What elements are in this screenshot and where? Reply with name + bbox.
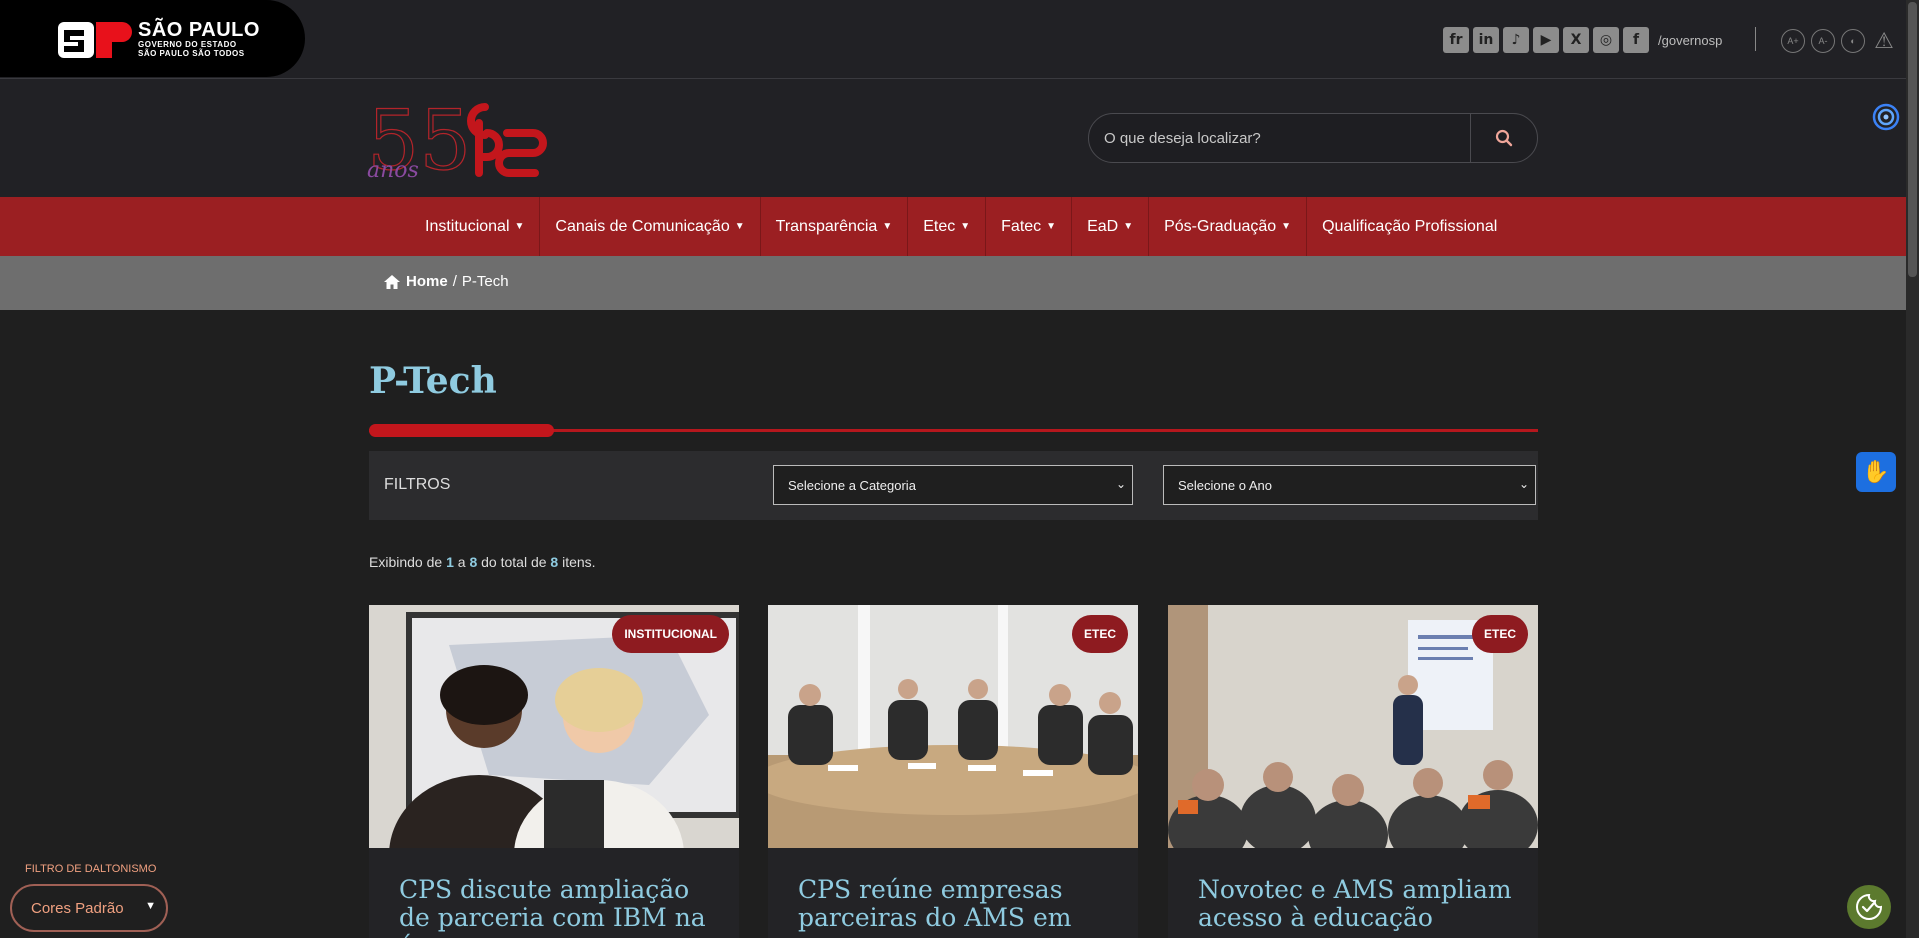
nav-label: Qualificação Profissional bbox=[1322, 217, 1498, 235]
sign-language-button[interactable]: ✋ bbox=[1856, 452, 1896, 492]
nav-canais-comunicacao[interactable]: Canais de Comunicação ▼ bbox=[540, 197, 761, 256]
youtube-icon[interactable]: ▶ bbox=[1533, 27, 1559, 53]
year-select-value: Selecione o Ano bbox=[1178, 477, 1272, 493]
gov-subtitle: GOVERNO DO ESTADO bbox=[138, 40, 237, 49]
sp-logo-icon bbox=[58, 22, 132, 58]
search-button[interactable] bbox=[1470, 114, 1537, 162]
count-from: 1 bbox=[446, 554, 454, 570]
chevron-down-icon: ⌄ bbox=[1518, 477, 1529, 491]
cookie-consent-button[interactable] bbox=[1847, 885, 1891, 929]
breadcrumb-current: P-Tech bbox=[461, 273, 509, 290]
nav-label: Institucional bbox=[425, 217, 510, 235]
count-mid2: do total de bbox=[481, 554, 547, 570]
page-title: P-Tech bbox=[369, 360, 497, 402]
social-handle[interactable]: /governosp bbox=[1658, 33, 1722, 48]
warning-icon[interactable]: ⚠ bbox=[1871, 28, 1897, 53]
main-nav: Institucional ▼ Canais de Comunicação ▼ Tr… bbox=[0, 197, 1906, 256]
nav-pos-graduacao[interactable]: Pós-Graduação ▼ bbox=[1149, 197, 1308, 256]
search-icon bbox=[1495, 129, 1513, 147]
category-select-value: Selecione a Categoria bbox=[788, 477, 916, 493]
nav-etec[interactable]: Etec ▼ bbox=[908, 197, 987, 256]
flickr-icon[interactable]: fr bbox=[1443, 27, 1469, 53]
facebook-icon[interactable]: f bbox=[1623, 27, 1649, 53]
breadcrumb-home-link[interactable]: Home bbox=[406, 273, 448, 290]
search-box bbox=[1088, 113, 1538, 163]
category-badge[interactable]: ETEC bbox=[1071, 615, 1128, 653]
nav-transparencia[interactable]: Transparência ▼ bbox=[761, 197, 909, 256]
linkedin-icon[interactable]: in bbox=[1473, 27, 1499, 53]
site-header: 55 anos bbox=[0, 79, 1906, 197]
svg-text:anos: anos bbox=[367, 158, 419, 183]
news-card[interactable]: INSTITUCIONAL CPS discute ampliação de p… bbox=[369, 605, 739, 938]
news-card-title[interactable]: Novotec e AMS ampliam acesso à educação bbox=[1198, 876, 1518, 932]
year-select[interactable]: Selecione o Ano ⌄ bbox=[1163, 465, 1536, 505]
news-card-title[interactable]: CPS reúne empresas parceiras do AMS em bbox=[798, 876, 1118, 932]
category-badge[interactable]: ETEC bbox=[1471, 615, 1528, 653]
news-card[interactable]: ETEC Novotec e AMS ampliam acesso à educ… bbox=[1168, 605, 1538, 938]
breadcrumb-bar: Home / P-Tech bbox=[0, 256, 1906, 310]
font-decrease-button[interactable]: A- bbox=[1811, 29, 1835, 53]
news-card[interactable]: ETEC CPS reúne empresas parceiras do AMS… bbox=[768, 605, 1138, 938]
font-increase-button[interactable]: A+ bbox=[1781, 29, 1805, 53]
category-select[interactable]: Selecione a Categoria ⌄ bbox=[773, 465, 1133, 505]
results-count: Exibindo de 1 a 8 do total de 8 itens. bbox=[369, 554, 596, 570]
chevron-down-icon: ▼ bbox=[960, 221, 971, 232]
chevron-down-icon: ▼ bbox=[1123, 221, 1134, 232]
nav-label: Etec bbox=[923, 217, 956, 235]
breadcrumb-separator: / bbox=[452, 273, 457, 290]
count-suffix: itens. bbox=[562, 554, 596, 570]
news-card-title[interactable]: CPS discute ampliação de parceria com IB… bbox=[399, 876, 719, 938]
home-icon[interactable] bbox=[383, 274, 401, 290]
daltonismo-label: FILTRO DE DALTONISMO bbox=[25, 863, 157, 875]
nav-institucional[interactable]: Institucional ▼ bbox=[410, 197, 541, 256]
contrast-icon[interactable]: ◐ bbox=[1841, 29, 1865, 53]
divider bbox=[1755, 27, 1756, 51]
x-icon[interactable]: X bbox=[1563, 27, 1589, 53]
search-input[interactable] bbox=[1104, 126, 1464, 150]
breadcrumb: Home / P-Tech bbox=[383, 273, 509, 290]
colorblind-filter-select[interactable]: Cores Padrão ▼ bbox=[10, 884, 168, 932]
cookie-icon bbox=[1856, 893, 1883, 920]
cps-55-anos-logo[interactable]: 55 anos bbox=[367, 93, 587, 189]
count-to: 8 bbox=[469, 554, 478, 570]
colorblind-filter-value: Cores Padrão bbox=[31, 899, 124, 917]
gov-top-bar: SÃO PAULO GOVERNO DO ESTADO SÃO PAULO SÃ… bbox=[0, 0, 1906, 79]
nav-qualificacao-profissional[interactable]: Qualificação Profissional bbox=[1307, 197, 1512, 256]
chevron-down-icon: ▼ bbox=[1046, 221, 1057, 232]
chevron-down-icon: ▼ bbox=[145, 900, 156, 912]
gov-slogan: SÃO PAULO SÃO TODOS bbox=[138, 49, 245, 58]
chevron-down-icon: ▼ bbox=[734, 221, 745, 232]
nav-fatec[interactable]: Fatec ▼ bbox=[986, 197, 1073, 256]
hands-icon: ✋ bbox=[1862, 459, 1890, 484]
count-total: 8 bbox=[550, 554, 559, 570]
gov-sp-logo[interactable]: SÃO PAULO GOVERNO DO ESTADO SÃO PAULO SÃ… bbox=[0, 0, 305, 77]
social-links: fr in ♪ ▶ X ◎ f bbox=[1443, 27, 1649, 53]
nav-label: EaD bbox=[1087, 217, 1119, 235]
accessibility-tools: A+ A- ◐ ⚠ bbox=[1781, 28, 1897, 53]
filters-bar: FILTROS Selecione a Categoria ⌄ Selecion… bbox=[369, 451, 1538, 520]
scrollbar-thumb[interactable] bbox=[1908, 2, 1917, 277]
chevron-down-icon: ▼ bbox=[882, 221, 893, 232]
nav-ead[interactable]: EaD ▼ bbox=[1072, 197, 1150, 256]
count-prefix: Exibindo de bbox=[369, 554, 443, 570]
nav-label: Pós-Graduação bbox=[1164, 217, 1277, 235]
count-mid: a bbox=[457, 554, 466, 570]
tiktok-icon[interactable]: ♪ bbox=[1503, 27, 1529, 53]
instagram-icon[interactable]: ◎ bbox=[1593, 27, 1619, 53]
nav-label: Transparência bbox=[775, 217, 878, 235]
page-scrollbar[interactable] bbox=[1906, 0, 1919, 938]
chevron-down-icon: ▼ bbox=[514, 221, 525, 232]
gov-sp-text: SÃO PAULO GOVERNO DO ESTADO SÃO PAULO SÃ… bbox=[138, 20, 260, 58]
chevron-down-icon: ▼ bbox=[1281, 221, 1292, 232]
category-badge[interactable]: INSTITUCIONAL bbox=[612, 615, 729, 653]
filters-label: FILTROS bbox=[384, 476, 451, 493]
accessibility-widget-icon[interactable] bbox=[1872, 103, 1900, 131]
title-underline-accent bbox=[369, 424, 554, 437]
nav-label: Canais de Comunicação bbox=[555, 217, 730, 235]
chevron-down-icon: ⌄ bbox=[1115, 477, 1126, 491]
gov-title: SÃO PAULO bbox=[138, 19, 260, 41]
nav-label: Fatec bbox=[1001, 217, 1042, 235]
